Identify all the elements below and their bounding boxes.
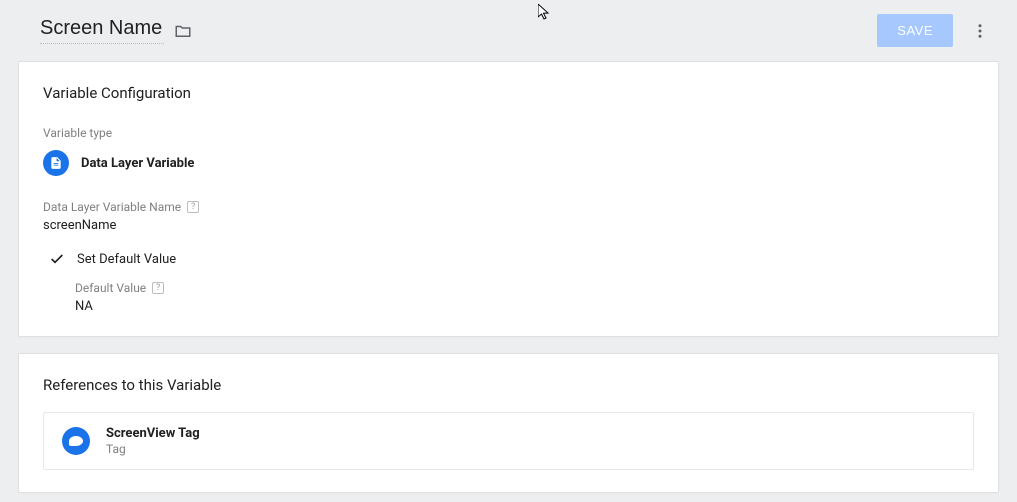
more-vertical-icon	[971, 22, 989, 40]
help-icon[interactable]: ?	[187, 201, 199, 213]
save-button[interactable]: SAVE	[877, 14, 953, 47]
variable-name-input[interactable]	[40, 17, 164, 44]
variable-configuration-card: Variable Configuration Variable type Dat…	[18, 61, 999, 337]
set-default-checkbox-row[interactable]: Set Default Value	[49, 251, 974, 267]
reference-type: Tag	[106, 442, 200, 456]
reference-name: ScreenView Tag	[106, 426, 200, 441]
references-card-title: References to this Variable	[43, 376, 974, 394]
dlv-name-label: Data Layer Variable Name	[43, 200, 181, 214]
set-default-label: Set Default Value	[77, 252, 176, 267]
data-layer-icon	[43, 150, 69, 176]
references-card: References to this Variable ScreenView T…	[18, 353, 999, 493]
reference-row[interactable]: ScreenView Tag Tag	[43, 412, 974, 470]
checkmark-icon	[49, 251, 65, 267]
dlv-name-value: screenName	[43, 218, 974, 233]
page-header: SAVE	[0, 0, 1017, 61]
help-icon[interactable]: ?	[152, 282, 164, 294]
header-right: SAVE	[877, 14, 995, 47]
default-value-text: NA	[75, 299, 974, 314]
config-card-title: Variable Configuration	[43, 84, 974, 102]
variable-type-row[interactable]: Data Layer Variable	[43, 150, 974, 176]
variable-type-value: Data Layer Variable	[81, 156, 194, 171]
folder-icon[interactable]	[174, 22, 192, 40]
tag-icon	[62, 427, 90, 455]
default-value-section: Set Default Value Default Value ? NA	[43, 251, 974, 314]
more-menu-button[interactable]	[965, 16, 995, 46]
header-left	[40, 17, 192, 44]
default-value-label: Default Value	[75, 281, 146, 295]
default-value-block: Default Value ? NA	[49, 281, 974, 314]
variable-type-label: Variable type	[43, 126, 974, 140]
